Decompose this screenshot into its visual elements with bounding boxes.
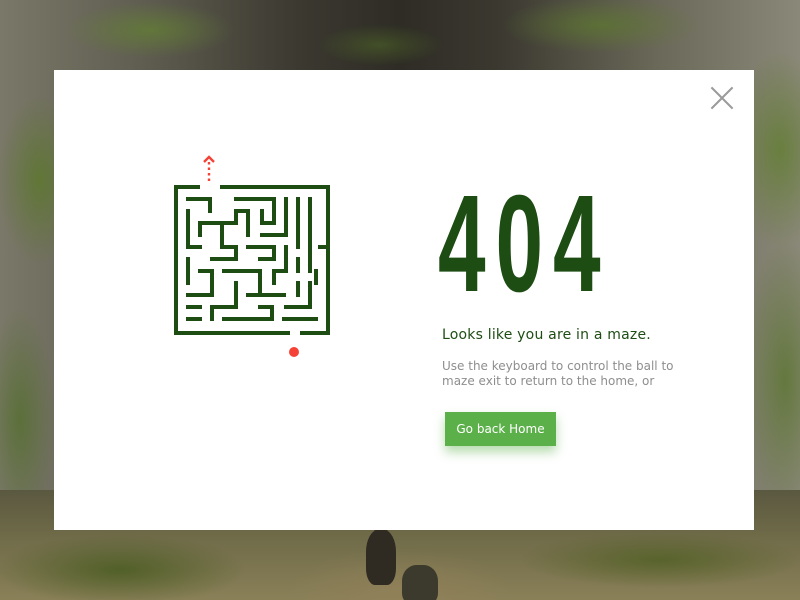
runner-figure — [402, 565, 438, 600]
headline: Looks like you are in a maze. — [442, 327, 651, 343]
exit-arrow-head — [203, 155, 215, 163]
arrow-up-icon — [203, 155, 215, 181]
maze-walls — [174, 185, 330, 335]
runner-figure — [366, 530, 396, 585]
instruction-text: Use the keyboard to control the ball to … — [442, 359, 674, 388]
error-dialog: 404 Looks like you are in a maze. Use th… — [54, 70, 754, 530]
go-home-button[interactable]: Go back Home — [445, 412, 556, 446]
maze-ball[interactable] — [289, 347, 299, 357]
maze-game[interactable] — [144, 150, 344, 360]
maze-inner-walls — [186, 197, 330, 321]
error-code: 404 — [438, 167, 611, 321]
close-icon[interactable] — [710, 86, 734, 110]
